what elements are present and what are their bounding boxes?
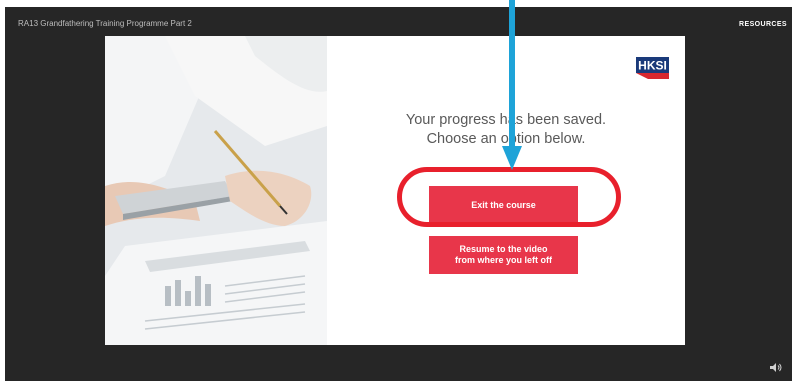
progress-message-line1: Your progress has been saved.: [405, 112, 607, 128]
progress-message-line2: Choose an option below.: [426, 131, 586, 147]
resources-link[interactable]: RESOURCES: [739, 21, 787, 28]
logo-text: HKSI: [638, 59, 667, 73]
resume-button-label-line2: from where you left off: [454, 255, 552, 265]
resume-button-label-line1: Resume to the video: [459, 244, 548, 254]
office-desk-photo: [105, 36, 327, 345]
volume-icon[interactable]: [770, 362, 782, 373]
hksi-logo: HKSI: [636, 55, 669, 81]
progress-message: Your progress has been saved. Choose an …: [327, 111, 685, 149]
photo-illustration: [105, 36, 327, 345]
course-title: RA13 Grandfathering Training Programme P…: [18, 19, 192, 28]
exit-course-button[interactable]: Exit the course: [429, 186, 578, 225]
resume-button-label: Resume to the video from where you left …: [455, 244, 552, 266]
slide-content: HKSI Your progress has been saved. Choos…: [105, 36, 685, 345]
resume-video-button[interactable]: Resume to the video from where you left …: [429, 236, 578, 274]
hksi-logo-graphic: HKSI: [636, 57, 669, 79]
